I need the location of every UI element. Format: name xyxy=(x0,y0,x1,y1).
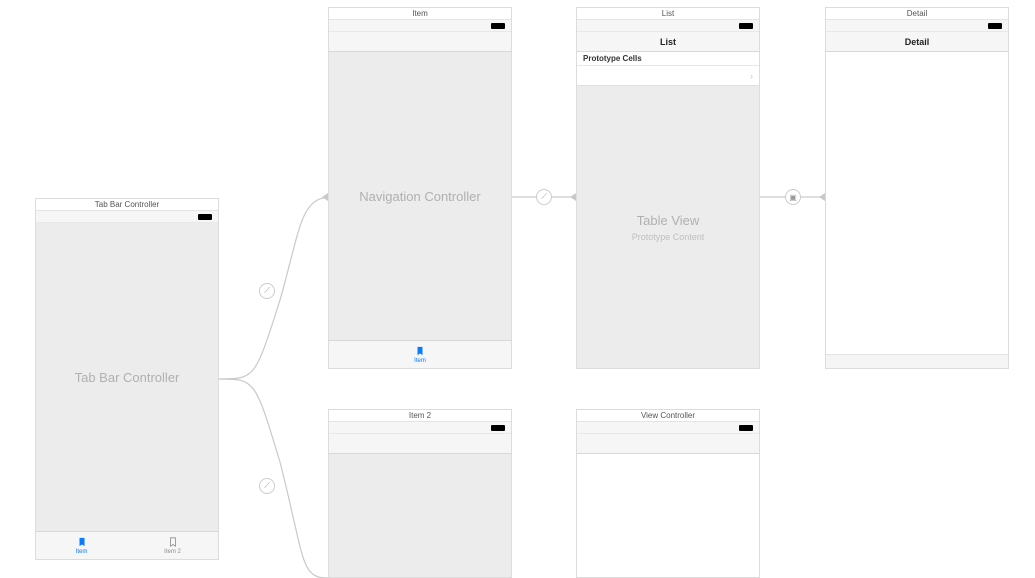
tab-bar: Item Item 2 xyxy=(36,531,218,559)
content-area xyxy=(577,454,759,577)
scene-item2[interactable]: Item 2 xyxy=(328,409,512,578)
battery-icon xyxy=(988,23,1002,29)
status-bar xyxy=(577,422,759,434)
tab-item-1[interactable]: Item xyxy=(36,532,127,559)
chevron-right-icon: › xyxy=(750,71,753,81)
tab-label: Item xyxy=(76,549,88,555)
scene-header: Item 2 xyxy=(329,410,511,422)
table-body: Table View Prototype Content xyxy=(577,86,759,368)
segue-show-icon[interactable]: ▣ xyxy=(785,189,801,205)
scene-tabbar[interactable]: Tab Bar Controller Tab Bar Controller It… xyxy=(35,198,219,560)
scene-list[interactable]: List List Prototype Cells › Table View P… xyxy=(576,7,760,369)
prototype-cells-header: Prototype Cells xyxy=(577,52,759,66)
status-bar xyxy=(826,20,1008,32)
scene-header: Item xyxy=(329,8,511,20)
bookmark-outline-icon xyxy=(167,536,179,548)
tab-item-2[interactable]: Item 2 xyxy=(127,532,218,559)
content-area xyxy=(826,52,1008,354)
nav-bar-empty xyxy=(329,32,511,52)
scene-header: View Controller xyxy=(577,410,759,422)
bookmark-icon xyxy=(414,345,426,357)
scene-item[interactable]: Item Navigation Controller Item xyxy=(328,7,512,369)
segue-relationship-icon[interactable]: ⟋ xyxy=(259,283,275,299)
battery-icon xyxy=(491,23,505,29)
link-icon: ⟋ xyxy=(264,481,270,491)
content-area: Tab Bar Controller xyxy=(36,223,218,531)
status-bar xyxy=(329,422,511,434)
scene-header: List xyxy=(577,8,759,20)
bottom-bar xyxy=(826,354,1008,368)
nav-bar: Detail xyxy=(826,32,1008,52)
bookmark-icon xyxy=(76,536,88,548)
status-bar xyxy=(577,20,759,32)
battery-icon xyxy=(491,425,505,431)
status-bar xyxy=(329,20,511,32)
nav-bar-empty xyxy=(577,434,759,454)
battery-icon xyxy=(739,23,753,29)
table-view[interactable]: Prototype Cells › Table View Prototype C… xyxy=(577,52,759,368)
prototype-cell[interactable]: › xyxy=(577,66,759,86)
segue-root-icon[interactable]: ⟋ xyxy=(536,189,552,205)
tab-label: Item xyxy=(414,358,426,364)
status-bar xyxy=(36,211,218,223)
present-icon: ▣ xyxy=(789,193,797,202)
scene-viewcontroller[interactable]: View Controller xyxy=(576,409,760,578)
link-icon: ⟋ xyxy=(541,192,547,202)
link-icon: ⟋ xyxy=(264,286,270,296)
nav-bar: List xyxy=(577,32,759,52)
battery-icon xyxy=(739,425,753,431)
tab-label: Item 2 xyxy=(164,549,181,555)
nav-bar-empty xyxy=(329,434,511,454)
segue-relationship-icon-2[interactable]: ⟋ xyxy=(259,478,275,494)
scene-detail[interactable]: Detail Detail xyxy=(825,7,1009,369)
content-area xyxy=(329,454,511,577)
scene-header: Detail xyxy=(826,8,1008,20)
content-area: Navigation Controller xyxy=(329,52,511,340)
table-title: Table View xyxy=(637,213,700,228)
tab-bar: Item xyxy=(329,340,511,368)
placeholder-title: Tab Bar Controller xyxy=(75,370,180,385)
table-subtitle: Prototype Content xyxy=(632,232,705,242)
placeholder-title: Navigation Controller xyxy=(359,189,480,204)
scene-header: Tab Bar Controller xyxy=(36,199,218,211)
battery-icon xyxy=(198,214,212,220)
